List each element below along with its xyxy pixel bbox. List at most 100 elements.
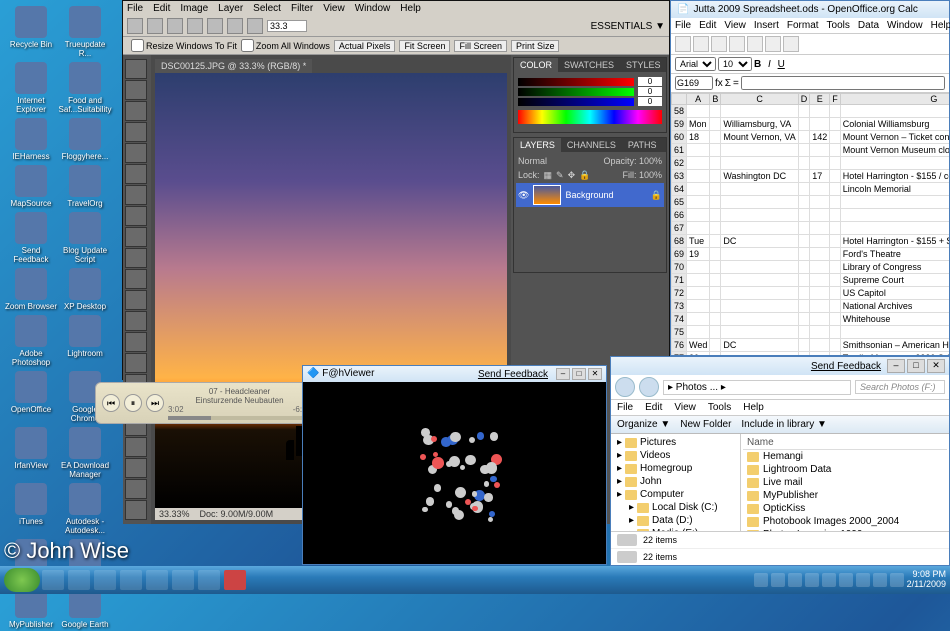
toolbar-button[interactable]: Include in library ▼ <box>741 419 827 430</box>
tray-icon[interactable] <box>856 573 870 587</box>
copy-icon[interactable] <box>765 36 781 52</box>
equals-icon[interactable]: = <box>733 78 739 89</box>
spreadsheet-row[interactable]: 72US Capitol <box>672 287 950 300</box>
italic-button[interactable]: I <box>768 59 771 70</box>
list-item[interactable]: MyPublisher <box>743 489 947 502</box>
tool-button[interactable] <box>125 122 147 142</box>
taskbar-app2[interactable] <box>198 570 220 590</box>
spreadsheet-row[interactable]: 6018Mount Vernon, VA142Mount Vernon – Ti… <box>672 131 950 144</box>
zoom-tool-icon[interactable] <box>187 18 203 34</box>
spreadsheet-row[interactable]: 73National Archives <box>672 300 950 313</box>
menu-item[interactable]: Insert <box>754 20 779 31</box>
toolbar-button[interactable]: New Folder <box>680 419 731 430</box>
view-grid-icon[interactable] <box>167 18 183 34</box>
clock[interactable]: 9:08 PM2/11/2009 <box>907 570 946 590</box>
new-icon[interactable] <box>675 36 691 52</box>
b-value[interactable]: 0 <box>638 97 662 106</box>
tray-icon[interactable] <box>873 573 887 587</box>
tool-button[interactable] <box>125 143 147 163</box>
sum-icon[interactable]: Σ <box>725 78 731 89</box>
lock-paint-icon[interactable]: ✎ <box>556 170 564 181</box>
list-item[interactable]: Live mail <box>743 476 947 489</box>
opacity-label[interactable]: Opacity: 100% <box>603 156 662 166</box>
forward-button[interactable] <box>639 377 659 397</box>
lock-trans-icon[interactable]: ▦ <box>544 170 553 181</box>
desktop-icon[interactable]: OpenOffice <box>4 371 58 414</box>
taskbar[interactable]: 9:08 PM2/11/2009 <box>0 566 950 594</box>
menu-item[interactable]: File <box>127 3 143 14</box>
menu-item[interactable]: Edit <box>699 20 716 31</box>
menu-item[interactable]: Edit <box>645 402 662 413</box>
menu-item[interactable]: Help <box>400 3 421 14</box>
tool-button[interactable] <box>125 311 147 331</box>
tool-button[interactable] <box>125 269 147 289</box>
spreadsheet-row[interactable]: 65 <box>672 196 950 209</box>
column-header-name[interactable]: Name <box>743 436 947 450</box>
max-button[interactable]: □ <box>907 359 925 373</box>
desktop-icon[interactable]: TravelOrg <box>58 165 112 208</box>
menu-item[interactable]: Help <box>931 20 950 31</box>
menu-item[interactable]: View <box>674 402 696 413</box>
tool-button[interactable] <box>125 59 147 79</box>
spreadsheet-row[interactable]: 63Washington DC17Hotel Harrington - $155… <box>672 170 950 183</box>
fah-titlebar[interactable]: 🔷 F@hViewer Send Feedback ‒□✕ <box>303 366 606 382</box>
hand-tool-icon[interactable] <box>207 18 223 34</box>
tool-button[interactable] <box>125 80 147 100</box>
spreadsheet-row[interactable]: 74Whitehouse <box>672 313 950 326</box>
r-slider[interactable] <box>518 78 634 86</box>
paste-icon[interactable] <box>783 36 799 52</box>
spreadsheet-row[interactable]: 64Lincoln Memorial <box>672 183 950 196</box>
menu-item[interactable]: Tools <box>708 402 731 413</box>
menu-item[interactable]: Tools <box>827 20 850 31</box>
spreadsheet-row[interactable]: 61Mount Vernon Museum closes at 18:00 <box>672 144 950 157</box>
fill-screen-button[interactable]: Fill Screen <box>454 40 507 52</box>
tray-icon[interactable] <box>805 573 819 587</box>
start-button[interactable] <box>4 568 40 592</box>
b-slider[interactable] <box>518 98 634 106</box>
desktop-icon[interactable]: Food and Saf...Suitability <box>58 62 112 114</box>
feedback-link[interactable]: Send Feedback <box>811 361 881 372</box>
toolbar-button[interactable]: Organize ▼ <box>617 419 670 430</box>
desktop-icon[interactable]: Send Feedback <box>4 212 58 264</box>
spreadsheet-row[interactable]: 76WedDCSmithsonian – American History <box>672 339 950 352</box>
max-button[interactable]: □ <box>572 368 586 380</box>
pause-button[interactable]: ⏸ <box>124 394 142 412</box>
color-ramp[interactable] <box>518 110 662 124</box>
menu-item[interactable]: Data <box>858 20 879 31</box>
tool-button[interactable] <box>125 290 147 310</box>
prev-button[interactable]: ⏮ <box>102 394 120 412</box>
actual-pixels-button[interactable]: Actual Pixels <box>334 40 396 52</box>
min-button[interactable]: ‒ <box>887 359 905 373</box>
panel-tab[interactable]: SWATCHES <box>558 58 620 72</box>
progress-bar[interactable] <box>168 416 311 420</box>
tray-icon[interactable] <box>771 573 785 587</box>
tray-icon[interactable] <box>822 573 836 587</box>
explorer-titlebar[interactable]: Send Feedback ‒□✕ <box>611 357 949 375</box>
taskbar-explorer[interactable] <box>68 570 90 590</box>
menu-item[interactable]: Image <box>180 3 208 14</box>
spreadsheet-row[interactable]: 68TueDCHotel Harrington - $155 + $15 par… <box>672 235 950 248</box>
list-item[interactable]: Hemangi <box>743 450 947 463</box>
open-icon[interactable] <box>693 36 709 52</box>
desktop-icon[interactable]: Internet Explorer <box>4 62 58 114</box>
tree-node[interactable]: ▸Pictures <box>613 436 738 449</box>
tree-node[interactable]: ▸Homegroup <box>613 462 738 475</box>
spreadsheet-row[interactable]: 59MonWilliamsburg, VAColonial Williamsbu… <box>672 118 950 131</box>
fit-screen-button[interactable]: Fit Screen <box>399 40 450 52</box>
workspace-switcher[interactable]: ESSENTIALS ▼ <box>591 21 665 32</box>
layer-background[interactable]: 👁 Background 🔒 <box>516 183 664 207</box>
desktop-icon[interactable]: Floggyhere... <box>58 118 112 161</box>
desktop-icon[interactable]: Recycle Bin <box>4 6 58 49</box>
resize-checkbox[interactable]: Resize Windows To Fit <box>131 39 237 52</box>
rotate-icon[interactable] <box>227 18 243 34</box>
g-slider[interactable] <box>518 88 634 96</box>
desktop-icon[interactable]: MapSource <box>4 165 58 208</box>
close-button[interactable]: ✕ <box>588 368 602 380</box>
menu-item[interactable]: File <box>675 20 691 31</box>
bridge-icon[interactable] <box>147 18 163 34</box>
tray-icon[interactable] <box>839 573 853 587</box>
tray-icon[interactable] <box>890 573 904 587</box>
tool-button[interactable] <box>125 101 147 121</box>
desktop-icon[interactable]: Trueupdate R... <box>58 6 112 58</box>
min-button[interactable]: ‒ <box>556 368 570 380</box>
